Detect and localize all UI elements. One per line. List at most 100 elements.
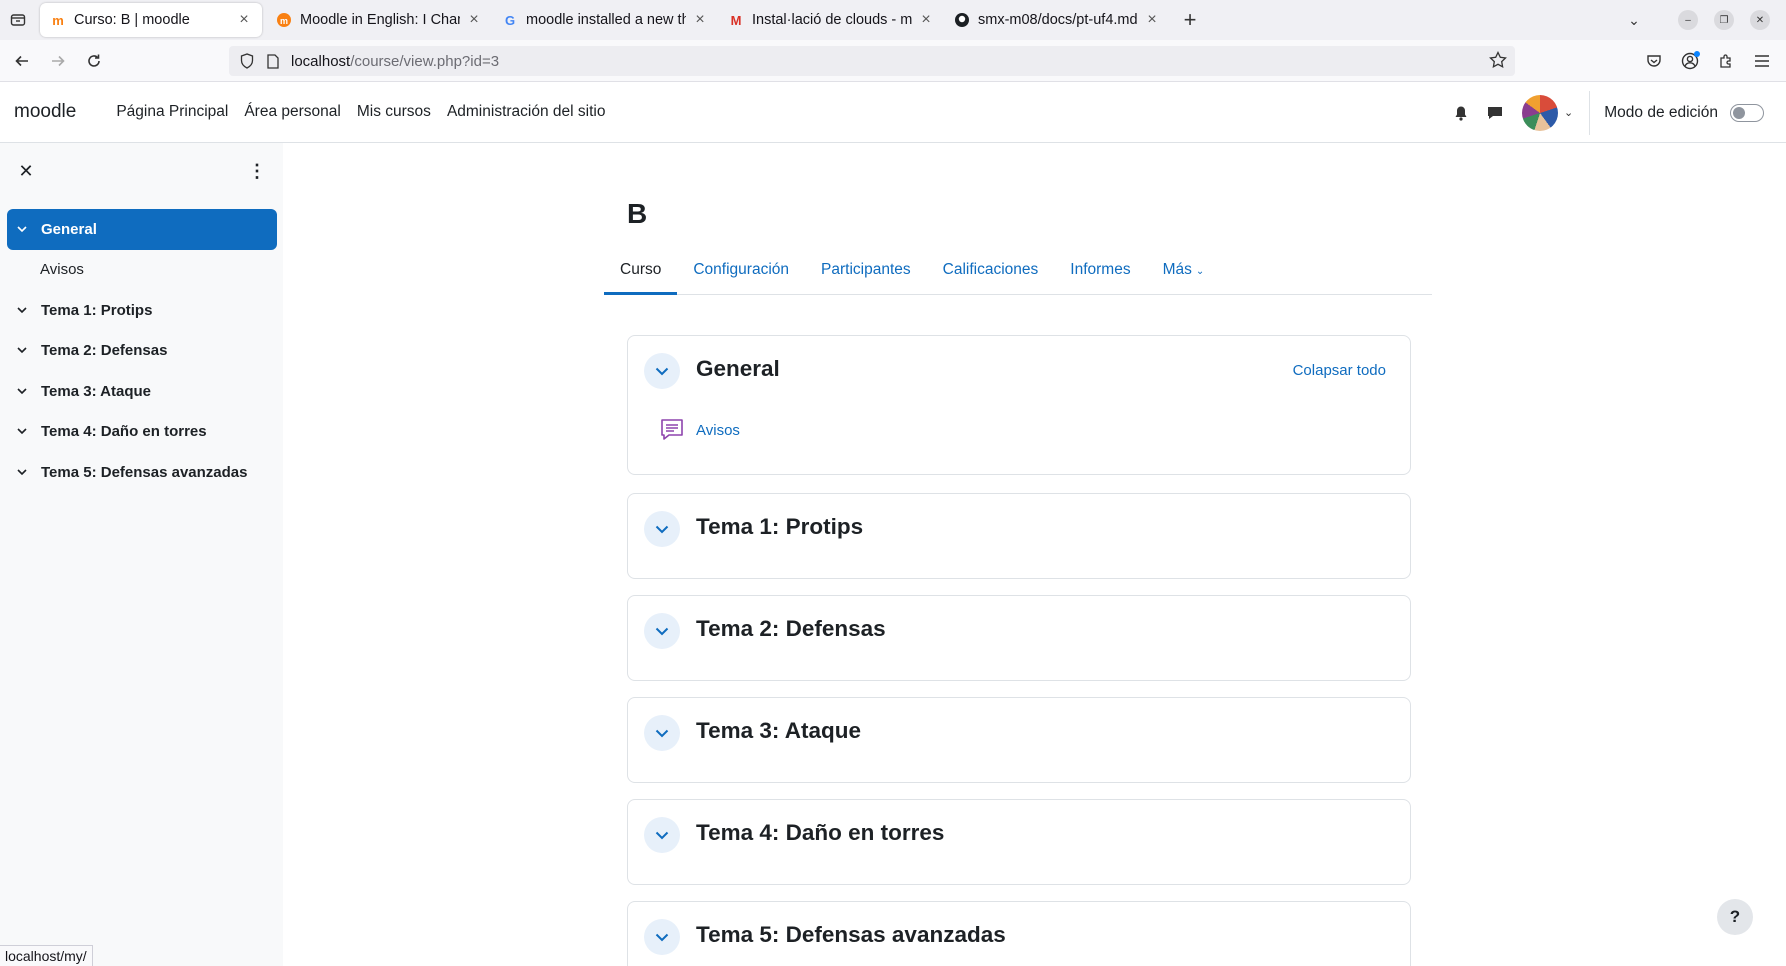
chevron-down-icon[interactable]: [17, 388, 33, 395]
course-section-1: Tema 1: Protips: [627, 493, 1411, 579]
section-title[interactable]: Tema 4: Daño en torres: [696, 820, 944, 846]
course-index-label: Tema 1: Protips: [41, 301, 153, 319]
course-main: B Curso Configuración Participantes Cali…: [283, 143, 1786, 966]
toolbar-right: [1640, 46, 1776, 76]
nav-dashboard[interactable]: Área personal: [236, 103, 349, 121]
tab-title: smx-m08/docs/pt-uf4.md: [978, 12, 1138, 28]
section-title[interactable]: General: [696, 356, 780, 382]
site-brand[interactable]: moodle: [14, 101, 76, 123]
forward-icon[interactable]: [40, 45, 76, 77]
secondary-navigation: Curso Configuración Participantes Califi…: [604, 248, 1432, 295]
course-index-label: General: [41, 220, 97, 238]
restore-icon[interactable]: ❐: [1714, 10, 1734, 30]
section-title[interactable]: Tema 2: Defensas: [696, 616, 886, 642]
notification-dot: [1694, 51, 1700, 57]
url-bar[interactable]: localhost/course/view.php?id=3: [229, 46, 1515, 76]
account-icon[interactable]: [1676, 46, 1704, 76]
course-index-label: Tema 2: Defensas: [41, 342, 168, 360]
url-host: localhost: [291, 52, 351, 70]
course-index-label: Tema 4: Daño en torres: [41, 423, 207, 441]
course-section-4: Tema 4: Daño en torres: [627, 799, 1411, 885]
tab-reports[interactable]: Informes: [1054, 261, 1146, 294]
firefox-view-icon[interactable]: [0, 0, 36, 40]
nav-home[interactable]: Página Principal: [108, 103, 236, 121]
section-title[interactable]: Tema 5: Defensas avanzadas: [696, 922, 1006, 948]
activity-name[interactable]: Avisos: [696, 422, 740, 439]
course-index-activity-avisos[interactable]: Avisos: [7, 250, 277, 291]
new-tab-button[interactable]: +: [1174, 4, 1206, 36]
collapse-all-link[interactable]: Colapsar todo: [1293, 362, 1386, 379]
section-collapse-chevron-icon[interactable]: [644, 511, 680, 547]
bookmark-star-icon[interactable]: [1489, 50, 1507, 73]
course-index-section-4[interactable]: Tema 4: Daño en torres: [7, 412, 277, 453]
tab-settings[interactable]: Configuración: [677, 261, 805, 294]
tab-grades[interactable]: Calificaciones: [927, 261, 1055, 294]
close-window-icon[interactable]: ✕: [1750, 10, 1770, 30]
browser-tab-4[interactable]: M Instal·lació de clouds - mr ×: [718, 3, 944, 37]
edit-mode-label: Modo de edición: [1604, 103, 1718, 121]
section-collapse-chevron-icon[interactable]: [644, 353, 680, 389]
kebab-menu-icon[interactable]: ⋮: [247, 159, 267, 183]
chevron-down-icon[interactable]: [17, 226, 33, 233]
back-icon[interactable]: [4, 45, 40, 77]
activity-avisos[interactable]: Avisos: [658, 416, 740, 444]
github-favicon-icon: [954, 12, 970, 28]
edit-mode-toggle[interactable]: [1730, 103, 1764, 122]
section-collapse-chevron-icon[interactable]: [644, 613, 680, 649]
course-index-label: Tema 5: Defensas avanzadas: [41, 463, 248, 481]
close-tab-icon[interactable]: ×: [1144, 11, 1160, 29]
reload-icon[interactable]: [76, 45, 112, 77]
close-tab-icon[interactable]: ×: [236, 11, 252, 29]
browser-navbar: localhost/course/view.php?id=3: [0, 40, 1786, 82]
course-index-section-general[interactable]: General: [7, 209, 277, 250]
chevron-down-icon[interactable]: [17, 307, 33, 314]
user-menu[interactable]: ⌄: [1522, 94, 1573, 131]
course-index-drawer: ✕ ⋮ General Avisos Tema 1: Protips Tema …: [0, 143, 283, 966]
nav-my-courses[interactable]: Mis cursos: [349, 103, 439, 121]
section-collapse-chevron-icon[interactable]: [644, 919, 680, 955]
minimize-icon[interactable]: –: [1678, 10, 1698, 30]
browser-tab-2[interactable]: m Moodle in English: I Chang ×: [266, 3, 492, 37]
page-info-icon[interactable]: [263, 53, 283, 69]
close-drawer-icon[interactable]: ✕: [14, 159, 38, 183]
tab-course[interactable]: Curso: [604, 261, 678, 295]
nav-site-admin[interactable]: Administración del sitio: [439, 103, 614, 121]
chevron-down-icon[interactable]: [17, 428, 33, 435]
app-menu-icon[interactable]: [1748, 46, 1776, 76]
close-tab-icon[interactable]: ×: [918, 11, 934, 29]
list-all-tabs-icon[interactable]: ⌄: [1614, 12, 1654, 29]
course-section-5: Tema 5: Defensas avanzadas: [627, 901, 1411, 966]
section-collapse-chevron-icon[interactable]: [644, 817, 680, 853]
course-section-general: General Colapsar todo Avisos: [627, 335, 1411, 475]
forum-icon: [658, 416, 686, 444]
tab-more[interactable]: Más ⌄: [1147, 261, 1221, 294]
course-index-section-2[interactable]: Tema 2: Defensas: [7, 331, 277, 372]
section-title[interactable]: Tema 3: Ataque: [696, 718, 861, 744]
browser-tab-3[interactable]: G moodle installed a new th ×: [492, 3, 718, 37]
gmail-favicon-icon: M: [730, 12, 742, 28]
moodle-favicon-icon: m: [52, 12, 64, 28]
close-tab-icon[interactable]: ×: [466, 11, 482, 29]
browser-tab-5[interactable]: smx-m08/docs/pt-uf4.md ×: [944, 3, 1170, 37]
tab-participants[interactable]: Participantes: [805, 261, 927, 294]
pocket-icon[interactable]: [1640, 46, 1668, 76]
messages-icon[interactable]: [1478, 96, 1512, 130]
chevron-down-icon[interactable]: [17, 347, 33, 354]
browser-tab-1[interactable]: m Curso: B | moodle ×: [40, 3, 262, 37]
course-index-section-3[interactable]: Tema 3: Ataque: [7, 371, 277, 412]
section-title[interactable]: Tema 1: Protips: [696, 514, 863, 540]
tab-title: Curso: B | moodle: [74, 12, 190, 28]
tab-title: Moodle in English: I Chang: [300, 12, 460, 28]
notifications-bell-icon[interactable]: [1444, 96, 1478, 130]
chevron-down-icon[interactable]: [17, 469, 33, 476]
extensions-icon[interactable]: [1712, 46, 1740, 76]
tab-more-label: Más: [1162, 261, 1192, 278]
drawer-header: ✕ ⋮: [0, 143, 283, 203]
tracking-protection-icon[interactable]: [237, 53, 257, 69]
primary-navigation: Página Principal Área personal Mis curso…: [108, 103, 613, 121]
course-index-section-1[interactable]: Tema 1: Protips: [7, 290, 277, 331]
course-index-section-5[interactable]: Tema 5: Defensas avanzadas: [7, 452, 277, 493]
help-button[interactable]: ?: [1717, 899, 1753, 935]
section-collapse-chevron-icon[interactable]: [644, 715, 680, 751]
close-tab-icon[interactable]: ×: [692, 11, 708, 29]
